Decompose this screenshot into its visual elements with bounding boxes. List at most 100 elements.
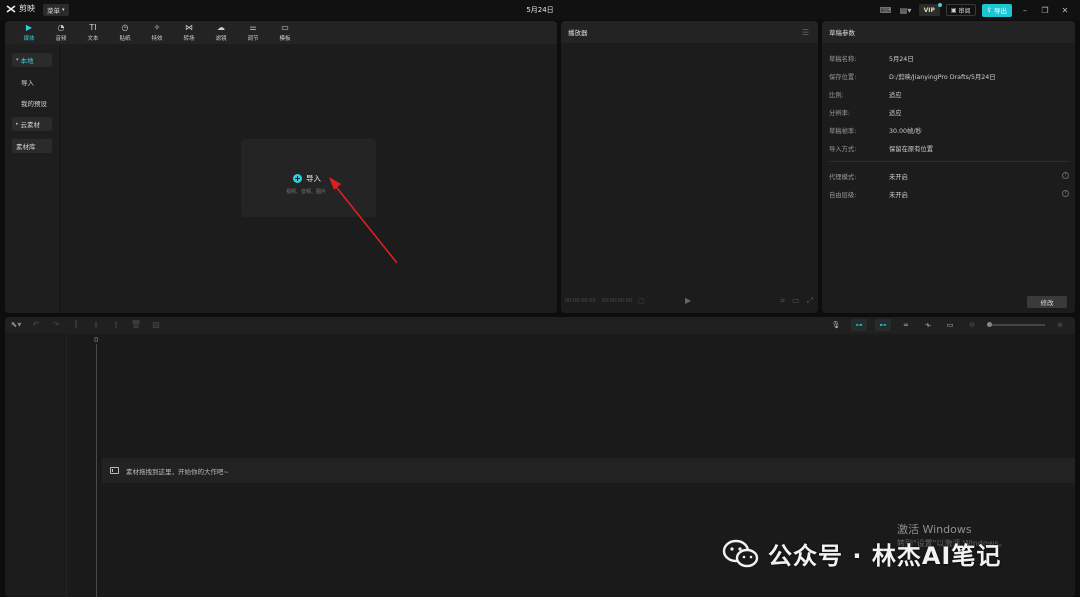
fullscreen-icon[interactable]: ⤢: [807, 296, 813, 306]
sidebar-item-label: 我的预设: [21, 100, 47, 108]
tab-adjust[interactable]: ⚌ 调节: [237, 21, 269, 44]
import-button[interactable]: + 导入: [293, 173, 321, 184]
sidebar-item-label: 素材库: [16, 143, 36, 151]
vip-badge[interactable]: VIP: [918, 3, 943, 16]
sidebar-item-local[interactable]: ▾ 本地: [12, 53, 52, 67]
text-icon: TI: [89, 23, 97, 32]
param-key: 分辨率:: [829, 110, 851, 117]
param-row-name: 草稿名称: 5月24日: [829, 54, 1069, 63]
plus-icon: +: [293, 174, 302, 183]
image-icon[interactable]: ▧: [150, 320, 162, 330]
sidebar-item-cloud[interactable]: ▸ 云素材: [12, 117, 52, 131]
param-value: 保留在原有位置: [889, 146, 934, 153]
ruler-zero: 0: [94, 336, 99, 344]
param-value: 30.00帧/秒: [889, 128, 922, 135]
param-value: D:/剪映/JianyingPro Drafts/5月24日: [889, 74, 996, 81]
timecode-icon[interactable]: ▢: [638, 297, 645, 305]
tab-label: 模板: [279, 36, 291, 42]
tab-label: 媒体: [23, 36, 35, 42]
drop-hint-text: 素材拖拽到这里，开始你的大作吧~: [126, 467, 229, 476]
param-value: 未开启: [889, 174, 908, 181]
param-key: 草稿帧率:: [829, 128, 857, 135]
adjust-icon: ⚌: [249, 23, 257, 32]
media-tabs: ▶ 媒体 ◔ 音频 TI 文本 ◷ 贴纸 ✧ 特效 ⋈ 转场 ☁ 滤镜 ⚌ 调节: [5, 21, 557, 44]
review-icon: ▣: [950, 6, 957, 14]
keyboard-icon[interactable]: ⌨: [879, 4, 893, 16]
layout-icon[interactable]: ▤▾: [899, 4, 913, 16]
import-hint: 视频、音频、图片: [286, 189, 327, 195]
timeline-drop-hint[interactable]: 素材拖拽到这里，开始你的大作吧~: [102, 458, 1075, 483]
zoom-out-icon[interactable]: ⊖: [965, 319, 979, 331]
param-row-framerate: 草稿帧率: 30.00帧/秒: [829, 126, 1069, 135]
crop-icon[interactable]: ⌗: [781, 296, 786, 306]
modify-button[interactable]: 修改: [1027, 296, 1067, 308]
watermark-text: 公众号 · 林杰AI笔记: [768, 542, 1002, 570]
ratio-icon[interactable]: ▭: [792, 296, 800, 306]
undo-icon[interactable]: ↶: [30, 320, 42, 330]
import-label: 导入: [306, 174, 321, 183]
sidebar-item-label: 云素材: [20, 121, 41, 129]
tab-text[interactable]: TI 文本: [77, 21, 109, 44]
playhead[interactable]: [96, 344, 97, 597]
tab-transition[interactable]: ⋈ 转场: [173, 21, 205, 44]
draft-params-panel: 草稿参数 草稿名称: 5月24日 保存位置: D:/剪映/JianyingPro D…: [822, 21, 1075, 313]
export-button[interactable]: ⇪ 导出: [981, 3, 1012, 17]
param-key: 草稿名称:: [829, 56, 857, 63]
tab-effects[interactable]: ✧ 特效: [141, 21, 173, 44]
param-value: 未开启: [889, 192, 908, 199]
main-track-magnet-icon[interactable]: ⊶: [851, 319, 867, 331]
app-name: 剪映: [19, 4, 35, 13]
sidebar-item-import[interactable]: 导入: [12, 75, 52, 89]
menu-icon[interactable]: ☰: [802, 28, 809, 37]
param-key: 保存位置:: [829, 74, 857, 81]
minimize-icon[interactable]: –: [1018, 6, 1032, 15]
help-icon[interactable]: ?: [1062, 172, 1069, 179]
tab-label: 滤镜: [215, 36, 227, 42]
preview-axis-icon[interactable]: ⟛: [921, 319, 935, 331]
review-button[interactable]: ▣ 审阅: [945, 4, 976, 16]
caret-down-icon: ▾: [16, 57, 19, 63]
param-row-location: 保存位置: D:/剪映/JianyingPro Drafts/5月24日: [829, 72, 1069, 81]
microphone-icon[interactable]: 🎙: [829, 319, 843, 331]
sidebar-item-library[interactable]: 素材库: [12, 139, 52, 153]
menu-button[interactable]: 菜单 ▾: [43, 4, 69, 16]
chevron-down-icon: ▾: [62, 7, 65, 13]
tab-label: 转场: [183, 36, 195, 42]
help-icon[interactable]: ?: [1062, 190, 1069, 197]
wechat-icon: [722, 539, 759, 567]
tab-label: 贴纸: [119, 36, 131, 42]
tab-template[interactable]: ▭ 模板: [269, 21, 301, 44]
link-icon[interactable]: ∞: [899, 319, 913, 331]
split-left-icon[interactable]: ⫾: [90, 320, 102, 330]
tab-filter[interactable]: ☁ 滤镜: [205, 21, 237, 44]
zoom-knob[interactable]: [987, 322, 992, 327]
export-label: 导出: [994, 7, 1007, 15]
params-title: 草稿参数: [829, 29, 855, 37]
param-key: 导入方式:: [829, 146, 857, 153]
sidebar-item-my-presets[interactable]: 我的预设: [12, 96, 58, 110]
tab-label: 特效: [151, 36, 163, 42]
delete-icon[interactable]: 🗑: [130, 320, 142, 330]
tab-media[interactable]: ▶ 媒体: [13, 21, 45, 44]
player-title: 播放器: [568, 29, 588, 37]
tab-audio[interactable]: ◔ 音频: [45, 21, 77, 44]
auto-snap-icon[interactable]: ⊷: [875, 319, 891, 331]
param-value: 适应: [889, 110, 902, 117]
zoom-in-icon[interactable]: ⊕: [1053, 319, 1067, 331]
param-row-resolution: 分辨率: 适应: [829, 108, 1069, 117]
film-icon: [110, 467, 119, 474]
select-tool-icon[interactable]: ⬉▾: [10, 320, 22, 330]
zoom-slider[interactable]: [987, 322, 1045, 327]
restore-icon[interactable]: ❐: [1038, 6, 1052, 15]
close-icon[interactable]: ✕: [1058, 6, 1072, 15]
param-key: 自由层级:: [829, 192, 857, 199]
tab-sticker[interactable]: ◷ 贴纸: [109, 21, 141, 44]
review-label: 审阅: [958, 7, 971, 15]
subtitle-icon[interactable]: ▭: [943, 319, 957, 331]
split-right-icon[interactable]: ⫾: [110, 320, 122, 330]
split-icon[interactable]: ⫿: [70, 320, 82, 330]
timeline-toolbar: ⬉▾ ↶ ↷ ⫿ ⫾ ⫾ 🗑 ▧ 🎙 ⊶ ⊷ ∞ ⟛ ▭ ⊖ ⊕: [5, 317, 1075, 334]
redo-icon[interactable]: ↷: [50, 320, 62, 330]
play-icon[interactable]: ▶: [685, 296, 691, 305]
template-icon: ▭: [281, 23, 289, 32]
